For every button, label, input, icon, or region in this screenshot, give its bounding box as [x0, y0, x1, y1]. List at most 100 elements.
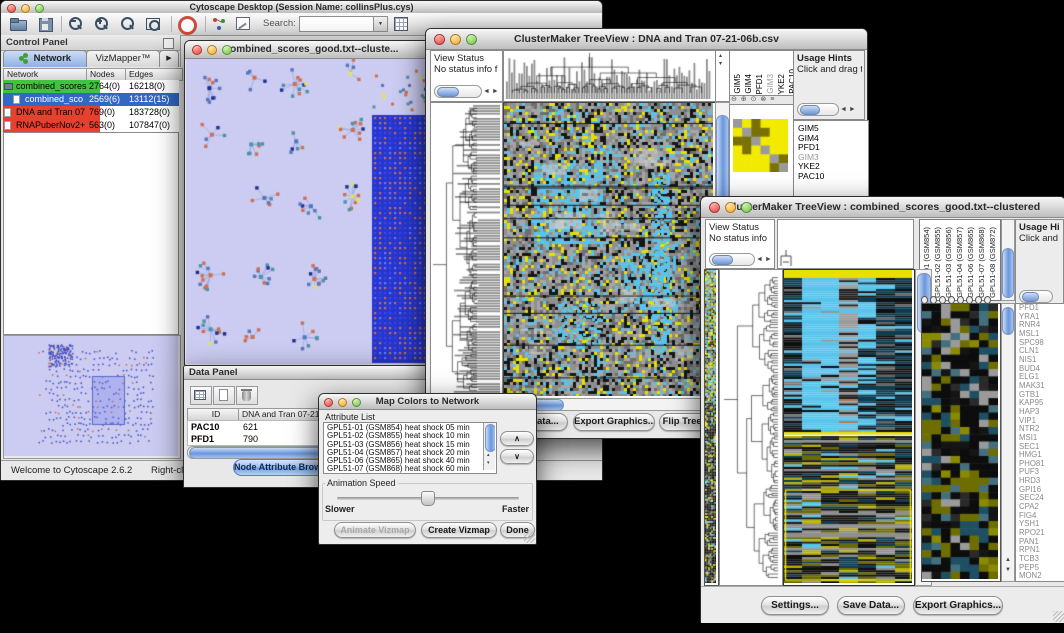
new-attribute-icon[interactable] — [213, 386, 235, 405]
settings-button[interactable]: Settings... — [761, 596, 829, 615]
select-attributes-icon[interactable] — [190, 386, 212, 405]
network-graph-canvas[interactable] — [186, 59, 437, 364]
tab-network[interactable]: Network — [3, 50, 87, 67]
minimize-button[interactable] — [725, 202, 736, 213]
save-session-icon[interactable] — [37, 16, 55, 32]
minimize-button[interactable] — [450, 34, 461, 45]
scrollbar-thumb[interactable] — [485, 424, 495, 452]
scroll-down-icon[interactable]: ▼ — [1005, 566, 1011, 575]
slider-thumb[interactable] — [437, 87, 459, 97]
tv2-row-dendrogram[interactable] — [719, 269, 783, 586]
tv2-zoom-heatmap[interactable] — [921, 303, 1001, 582]
annotation-icon[interactable] — [235, 16, 253, 32]
delete-attribute-trash-icon[interactable] — [236, 386, 258, 405]
birdseye-view-canvas[interactable] — [4, 336, 178, 456]
column-label: GPL51-06 (GSM865) — [966, 227, 976, 298]
minimize-button[interactable] — [338, 398, 347, 407]
export-graphics-button[interactable]: Export Graphics... — [573, 413, 655, 431]
close-button[interactable] — [709, 202, 720, 213]
resize-grip[interactable] — [1053, 611, 1064, 622]
export-graphics-button[interactable]: Export Graphics... — [913, 596, 1003, 615]
network-window-title-bar[interactable]: combined_scores_good.txt--cluste... — [185, 41, 438, 59]
open-session-icon[interactable] — [9, 16, 27, 32]
slider-arrows-icon[interactable]: ◄ ► — [483, 87, 499, 96]
zoom-in-icon[interactable] — [93, 16, 111, 32]
slider-thumb[interactable] — [1022, 292, 1039, 302]
window-controls — [434, 34, 477, 45]
tv2-global-view-strip[interactable] — [704, 269, 719, 586]
network-overview-panel[interactable] — [3, 335, 181, 459]
tv2-status-zoom-slider[interactable] — [709, 253, 755, 266]
close-button[interactable] — [192, 45, 202, 55]
animation-slider-thumb[interactable] — [421, 491, 435, 506]
tv2-heatmap[interactable] — [783, 269, 915, 586]
help-lifering-icon[interactable] — [177, 16, 195, 32]
search-input[interactable] — [299, 16, 375, 32]
control-panel-tabs: Network VizMapper™ ▶ — [1, 50, 181, 67]
close-button[interactable] — [324, 398, 333, 407]
network-tree-empty-area[interactable] — [3, 132, 179, 335]
zoom-button[interactable] — [466, 34, 477, 45]
zoom-selected-icon[interactable] — [119, 16, 137, 32]
slider-thumb[interactable] — [712, 255, 733, 265]
scrollbar-thumb[interactable] — [1002, 307, 1014, 335]
resize-grip[interactable] — [524, 532, 535, 543]
tv1-heatmap[interactable] — [503, 102, 716, 399]
tv1-hints-zoom-slider[interactable] — [797, 103, 839, 116]
network-overview-icon[interactable] — [211, 16, 229, 32]
close-button[interactable] — [434, 34, 445, 45]
data-panel-header[interactable]: Data Panel — [184, 366, 438, 380]
close-button[interactable] — [7, 4, 16, 13]
zoom-fit-icon[interactable] — [145, 16, 163, 32]
scrollbar-thumb[interactable] — [1002, 248, 1014, 298]
treeview2-title-bar[interactable]: ClusterMaker TreeView : combined_scores_… — [701, 197, 1064, 218]
scroll-down-icon[interactable]: ▾ — [487, 459, 490, 468]
small-down-icon[interactable]: ▾ — [719, 60, 722, 69]
tv2-hints-zoom-slider[interactable] — [1019, 290, 1053, 303]
zoom-out-icon[interactable] — [67, 16, 85, 32]
minimize-button[interactable] — [21, 4, 30, 13]
tv2-genes-scrollbar[interactable]: ▲ ▼ — [1001, 303, 1015, 582]
attribute-list-item[interactable]: GPL51-07 (GSM868) heat shock 60 min — [324, 465, 496, 473]
tv1-column-dendrogram[interactable] — [503, 50, 716, 102]
slider-thumb[interactable] — [800, 105, 820, 115]
table-row[interactable]: combined_scores 2764(0) 16218(0) — [3, 80, 179, 93]
slider-arrows-icon[interactable]: ◄ ► — [756, 255, 772, 264]
save-data-button[interactable]: Save Data... — [837, 596, 905, 615]
table-row-selected[interactable]: combined_sco 2569(6) 13112(15) — [3, 93, 179, 106]
float-panel-icon[interactable] — [163, 38, 174, 49]
tab-overflow-arrow[interactable]: ▶ — [159, 50, 179, 67]
tv2-column-dendrogram[interactable] — [777, 219, 914, 269]
search-dropdown-button[interactable]: ▼ — [373, 16, 388, 32]
zoom-button[interactable] — [35, 4, 44, 13]
zoom-button[interactable] — [352, 398, 361, 407]
document-icon — [13, 95, 20, 104]
table-row[interactable]: DNA and Tran 07 769(0) 183728(0) — [3, 106, 179, 119]
tv2-labels-scrollbar[interactable] — [1001, 219, 1015, 301]
treeview1-title-bar[interactable]: ClusterMaker TreeView : DNA and Tran 07-… — [426, 29, 867, 50]
data-panel-title: Data Panel — [189, 367, 238, 378]
create-vizmap-button[interactable]: Create Vizmap — [421, 522, 497, 538]
move-down-button[interactable]: ∨ — [500, 449, 534, 464]
move-up-button[interactable]: ∧ — [500, 431, 534, 446]
table-row[interactable]: RNAPuberNov2+ 563(0) 107847(0) — [3, 119, 179, 132]
animate-vizmap-button[interactable]: Animate Vizmap — [334, 522, 416, 538]
window-controls — [7, 4, 44, 13]
attribute-browser-icon[interactable] — [393, 16, 411, 32]
gene-label: MON2 — [1019, 572, 1064, 581]
tab-vizmapper[interactable]: VizMapper™ — [86, 50, 160, 67]
dialog-title-bar[interactable]: Map Colors to Network — [319, 394, 536, 410]
scrollbar-thumb[interactable] — [189, 447, 323, 459]
column-label: GPL51-02 (GSM855) — [933, 227, 943, 298]
tv1-summary-heatmap[interactable] — [733, 119, 788, 172]
attribute-listbox[interactable]: GPL51-01 (GSM854) heat shock 05 minGPL51… — [323, 422, 497, 474]
tv1-row-dendrogram[interactable] — [430, 102, 503, 399]
scroll-up-icon[interactable]: ▲ — [1005, 556, 1011, 565]
list-scrollbar[interactable]: ▴ ▾ — [483, 423, 495, 470]
slider-arrows-icon[interactable]: ◄ ► — [840, 105, 856, 114]
tv1-status-zoom-slider[interactable] — [434, 85, 482, 98]
node-attribute-browser-button[interactable]: Node Attribute Brows — [233, 459, 325, 476]
zoom-button[interactable] — [741, 202, 752, 213]
minimize-button[interactable] — [207, 45, 217, 55]
zoom-button[interactable] — [222, 45, 232, 55]
